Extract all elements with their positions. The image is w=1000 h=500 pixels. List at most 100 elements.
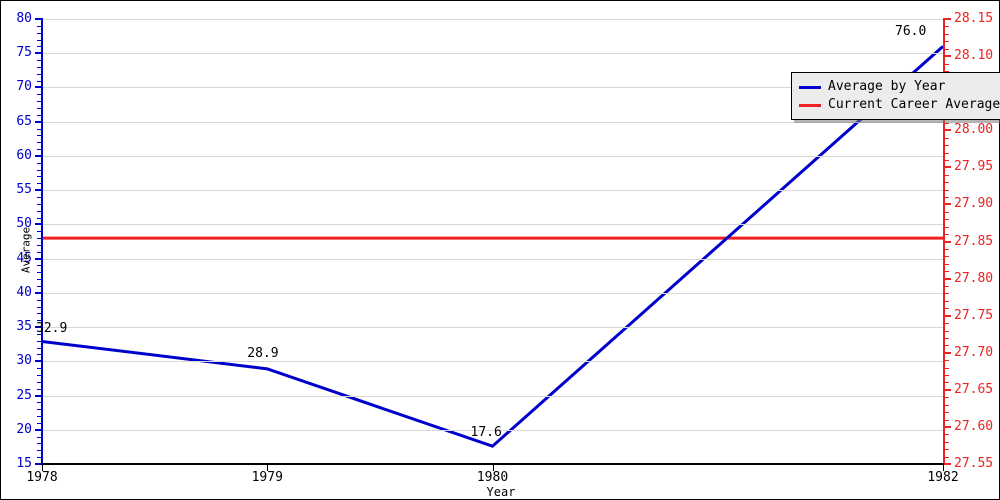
- right-axis-tick-major: [944, 55, 951, 58]
- right-axis-tick-minor: [944, 397, 949, 399]
- left-axis-tick-major: [35, 18, 42, 20]
- legend-swatch-red: [799, 103, 821, 107]
- left-axis-tick-minor: [37, 114, 42, 116]
- gridline: [42, 190, 943, 191]
- right-axis-tick-minor: [944, 449, 949, 451]
- chart-legend[interactable]: Average by Year Current Career Average: [791, 72, 1000, 120]
- right-axis-tick-minor: [944, 197, 949, 198]
- right-axis-tick-minor: [944, 26, 949, 28]
- left-axis-tick-label: 70: [16, 79, 32, 95]
- left-axis-tick-minor: [37, 450, 42, 452]
- left-axis-tick-minor: [37, 101, 42, 103]
- left-axis-tick-major: [35, 189, 42, 192]
- left-axis-tick-minor: [37, 265, 42, 267]
- right-axis-tick-label: 27.55: [954, 456, 994, 471]
- right-axis-tick-minor: [944, 256, 949, 258]
- left-axis-tick-label: 35: [16, 319, 32, 335]
- legend-item-current-career-average[interactable]: Current Career Average: [799, 96, 1000, 114]
- left-axis-tick-minor: [37, 381, 42, 383]
- left-axis-tick-minor: [37, 108, 42, 109]
- right-axis-tick-minor: [944, 367, 949, 369]
- gridline: [42, 293, 943, 294]
- right-axis-tick-label: 28.10: [954, 48, 994, 64]
- right-axis-tick-minor: [944, 33, 949, 35]
- right-axis-tick-minor: [944, 174, 949, 176]
- right-axis-tick-minor: [944, 122, 949, 124]
- left-axis-tick-label: 65: [16, 113, 32, 129]
- left-axis-tick-major: [35, 360, 42, 363]
- left-axis-tick-major: [35, 223, 42, 226]
- left-axis-tick-minor: [37, 457, 42, 459]
- legend-item-average-by-year[interactable]: Average by Year: [799, 78, 1000, 96]
- left-axis-tick-minor: [37, 368, 42, 370]
- right-axis-tick-minor: [944, 434, 949, 436]
- right-axis-tick-minor: [944, 182, 949, 184]
- right-axis-tick-minor: [944, 271, 949, 273]
- left-axis-tick-major: [35, 257, 42, 260]
- left-axis-tick-minor: [37, 25, 42, 27]
- left-axis-tick-minor: [37, 272, 42, 274]
- right-axis-tick-minor: [944, 419, 949, 421]
- left-axis-tick-minor: [37, 149, 42, 151]
- left-axis-tick-minor: [37, 354, 42, 356]
- left-axis-tick-minor: [37, 169, 42, 171]
- right-axis-tick-minor: [944, 63, 949, 65]
- gridline: [42, 53, 943, 54]
- right-axis-tick-major: [944, 388, 951, 391]
- right-axis-tick-minor: [944, 41, 949, 43]
- left-axis-tick-label: 25: [16, 387, 32, 403]
- x-axis-tick-label: 1982: [927, 470, 959, 485]
- right-axis-tick-minor: [944, 248, 949, 250]
- right-axis-tick-minor: [944, 145, 949, 147]
- legend-label-current-career-average: Current Career Average: [828, 97, 1000, 112]
- x-axis-tick-label: 1980: [476, 470, 509, 485]
- right-axis-tick-minor: [944, 152, 949, 154]
- right-axis-tick-minor: [944, 412, 949, 414]
- x-axis-tick-label: 1978: [26, 470, 58, 485]
- right-axis-tick-major: [944, 240, 951, 243]
- left-axis-tick-minor: [37, 313, 42, 315]
- left-axis-tick-major: [35, 291, 42, 294]
- left-axis-tick-major: [35, 154, 42, 157]
- y-axis-title: Average: [19, 226, 33, 274]
- left-axis-tick-minor: [37, 46, 42, 48]
- left-axis-tick-minor: [37, 73, 42, 75]
- left-axis-tick-minor: [37, 66, 42, 68]
- left-axis-tick-major: [35, 428, 42, 431]
- gridline: [42, 259, 943, 260]
- right-axis-tick-minor: [944, 234, 949, 236]
- gridline: [42, 327, 943, 328]
- left-axis-tick-minor: [37, 60, 42, 62]
- right-axis-tick-label: 27.70: [954, 344, 994, 360]
- left-axis-tick-minor: [37, 388, 42, 390]
- left-axis-tick-minor: [37, 279, 42, 281]
- right-axis-tick-major: [944, 314, 951, 317]
- left-axis-tick-minor: [37, 286, 42, 287]
- left-axis-tick-major: [35, 86, 42, 89]
- left-axis-tick-minor: [37, 409, 42, 411]
- right-axis-tick-minor: [944, 226, 949, 228]
- left-axis-tick-minor: [37, 142, 42, 144]
- left-axis-tick-minor: [37, 39, 42, 41]
- left-axis-tick-minor: [37, 135, 42, 137]
- left-axis-tick-minor: [37, 217, 42, 219]
- left-axis-tick-minor: [37, 299, 42, 301]
- right-axis-tick-major: [944, 425, 951, 428]
- left-axis-tick-minor: [37, 94, 42, 96]
- left-axis-tick-minor: [37, 402, 42, 404]
- left-axis-tick-minor: [37, 306, 42, 308]
- left-axis-tick-label: 40: [16, 284, 32, 300]
- left-axis-tick-major: [35, 120, 42, 123]
- left-axis-tick-minor: [37, 80, 42, 82]
- right-axis-tick-major: [944, 277, 951, 280]
- right-axis-tick-minor: [944, 382, 949, 384]
- right-axis-tick-label: 27.85: [954, 233, 994, 249]
- right-axis-tick-minor: [944, 300, 949, 302]
- left-axis-tick-minor: [37, 162, 42, 164]
- right-axis-tick-label: 27.80: [954, 270, 994, 286]
- right-axis-tick-label: 28.15: [954, 11, 994, 26]
- x-axis-title: Year: [486, 485, 516, 499]
- left-axis-tick-label: 20: [16, 421, 32, 437]
- left-axis-tick-minor: [37, 231, 42, 233]
- right-axis-tick-minor: [944, 293, 949, 295]
